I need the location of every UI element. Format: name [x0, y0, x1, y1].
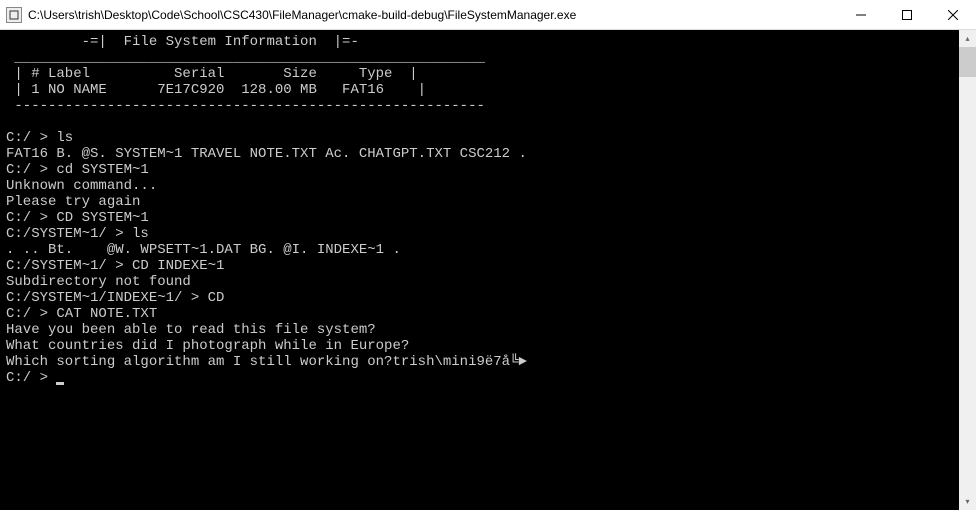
console-line: C:/ > cd SYSTEM~1	[6, 162, 149, 178]
console-line: C:/SYSTEM~1/ > CD INDEXE~1	[6, 258, 224, 274]
window-controls	[838, 0, 976, 29]
cursor	[56, 382, 64, 385]
console-line: Subdirectory not found	[6, 274, 191, 290]
prompt-line: C:/ >	[6, 370, 56, 386]
divider: ________________________________________…	[6, 50, 485, 66]
fs-info-header: -=| File System Information |=-	[6, 34, 359, 50]
console-line: C:/ > ls	[6, 130, 73, 146]
scroll-thumb[interactable]	[959, 47, 976, 77]
console-line: FAT16 B. @S. SYSTEM~1 TRAVEL NOTE.TXT Ac…	[6, 146, 527, 162]
console-line: Please try again	[6, 194, 140, 210]
console-line: . .. Bt. @W. WPSETT~1.DAT BG. @I. INDEXE…	[6, 242, 401, 258]
table-header: | # Label Serial Size Type |	[6, 66, 418, 82]
vertical-scrollbar[interactable]: ▴ ▾	[959, 30, 976, 510]
table-row: | 1 NO NAME 7E17C920 128.00 MB FAT16 |	[6, 82, 426, 98]
console-line: C:/SYSTEM~1/INDEXE~1/ > CD	[6, 290, 224, 306]
minimize-button[interactable]	[838, 0, 884, 29]
close-button[interactable]	[930, 0, 976, 29]
scroll-track[interactable]	[959, 47, 976, 493]
console-line: C:/SYSTEM~1/ > ls	[6, 226, 149, 242]
console-line: What countries did I photograph while in…	[6, 338, 409, 354]
console-line: Unknown command...	[6, 178, 157, 194]
console-line: C:/ > CD SYSTEM~1	[6, 210, 149, 226]
scroll-down-button[interactable]: ▾	[959, 493, 976, 510]
divider: ----------------------------------------…	[6, 98, 485, 114]
window-title: C:\Users\trish\Desktop\Code\School\CSC43…	[28, 8, 838, 22]
app-icon	[6, 7, 22, 23]
console-line: Have you been able to read this file sys…	[6, 322, 376, 338]
window-titlebar: C:\Users\trish\Desktop\Code\School\CSC43…	[0, 0, 976, 30]
console-output[interactable]: -=| File System Information |=- ________…	[0, 30, 976, 510]
maximize-button[interactable]	[884, 0, 930, 29]
console-line: Which sorting algorithm am I still worki…	[6, 354, 527, 370]
console-line: C:/ > CAT NOTE.TXT	[6, 306, 157, 322]
scroll-up-button[interactable]: ▴	[959, 30, 976, 47]
